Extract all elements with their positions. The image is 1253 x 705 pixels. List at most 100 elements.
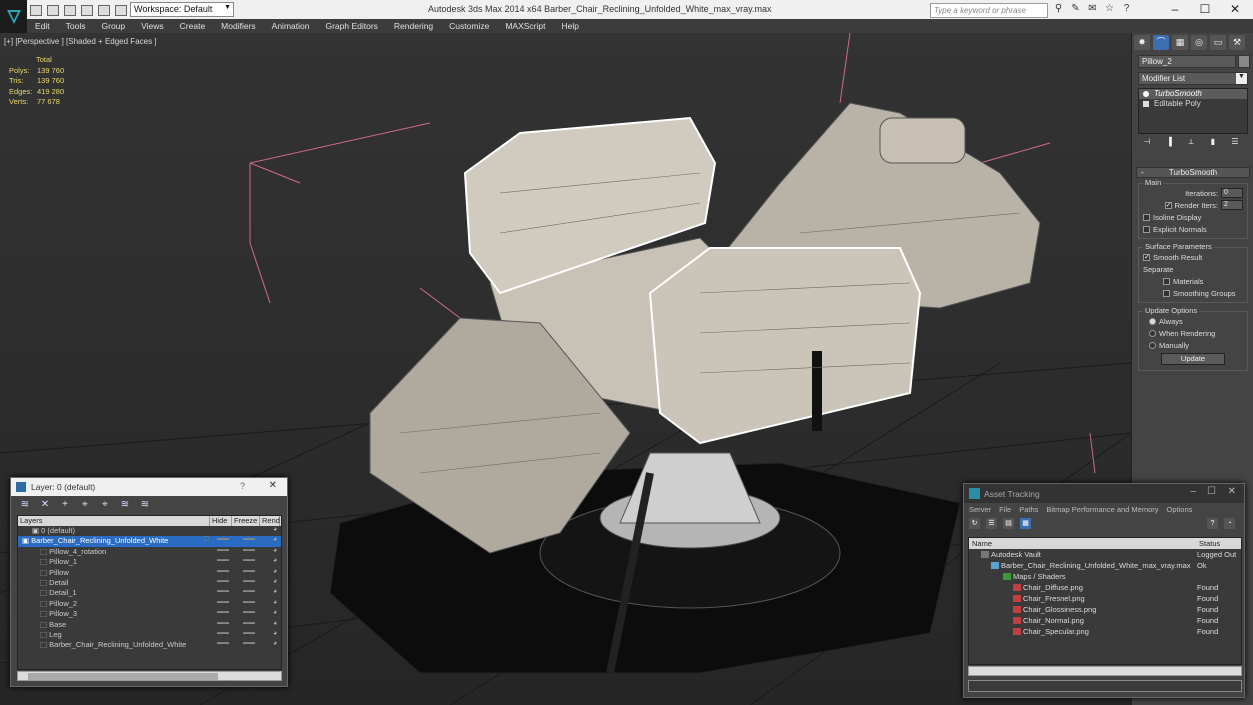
- render-icon[interactable]: ◕: [273, 526, 277, 533]
- path-field[interactable]: [968, 680, 1242, 692]
- asset-row[interactable]: Chair_Normal.png Found: [969, 615, 1241, 626]
- project-folder-icon[interactable]: [115, 4, 127, 16]
- modify-tab-icon[interactable]: ⌒: [1153, 35, 1169, 50]
- menu-animation[interactable]: Animation: [264, 21, 318, 31]
- asset-dialog-titlebar[interactable]: Asset Tracking – ☐ ✕: [964, 484, 1244, 503]
- menu-rendering[interactable]: Rendering: [386, 21, 441, 31]
- layer-row[interactable]: ▣ 0 (default) ◕: [18, 526, 281, 536]
- help-icon[interactable]: ?: [1120, 3, 1133, 14]
- app-logo-icon[interactable]: [0, 0, 27, 33]
- materials-checkbox[interactable]: [1163, 277, 1170, 285]
- layer-row[interactable]: ⬚ Pillow ▬▬ ▬▬ ◕: [18, 568, 281, 578]
- always-radio[interactable]: [1149, 317, 1156, 325]
- asset-row[interactable]: Chair_Diffuse.png Found: [969, 582, 1241, 593]
- minimize-button[interactable]: –: [1160, 0, 1190, 19]
- col-layers[interactable]: Layers: [18, 516, 210, 526]
- remove-modifier-icon[interactable]: ▮: [1206, 137, 1220, 149]
- col-freeze[interactable]: Freeze: [232, 516, 260, 526]
- refresh-icon[interactable]: ↻: [969, 518, 980, 529]
- horizontal-scrollbar[interactable]: [17, 671, 282, 681]
- menu-edit[interactable]: Edit: [27, 21, 58, 31]
- list-view-icon[interactable]: ☰: [986, 518, 997, 529]
- create-tab-icon[interactable]: ✸: [1134, 35, 1150, 50]
- minimize-button[interactable]: –: [1190, 486, 1196, 497]
- tree-view-icon[interactable]: ▤: [1003, 518, 1014, 529]
- when-rendering-radio[interactable]: [1149, 329, 1156, 337]
- table-view-icon[interactable]: ▦: [1020, 518, 1031, 529]
- active-layer-icon[interactable]: ☐: [204, 536, 209, 543]
- layer-row[interactable]: ⬚ Detail_1 ▬▬ ▬▬ ◕: [18, 588, 281, 598]
- menu-customize[interactable]: Customize: [441, 21, 497, 31]
- rollout-header[interactable]: - TurboSmooth: [1136, 167, 1250, 178]
- menu-group[interactable]: Group: [94, 21, 134, 31]
- viewport-label[interactable]: [+] [Perspective ] [Shaded + Edged Faces…: [4, 37, 157, 46]
- layer-row[interactable]: ⬚ Pillow_2 ▬▬ ▬▬ ◕: [18, 599, 281, 609]
- make-unique-icon[interactable]: ⟂: [1184, 137, 1198, 149]
- binoculars-icon[interactable]: ⚲: [1052, 3, 1065, 14]
- render-icon[interactable]: ◕: [273, 609, 277, 616]
- render-iters-checkbox[interactable]: ✓: [1164, 201, 1172, 209]
- undo-icon[interactable]: [81, 4, 93, 16]
- render-icon[interactable]: ◕: [273, 620, 277, 627]
- render-icon[interactable]: ◕: [273, 536, 277, 543]
- select-objects-icon[interactable]: ⌖: [79, 499, 91, 511]
- close-button[interactable]: ✕: [1220, 0, 1250, 19]
- horizontal-scrollbar[interactable]: [968, 666, 1242, 676]
- render-icon[interactable]: ◕: [273, 588, 277, 595]
- update-button[interactable]: Update: [1161, 353, 1225, 365]
- layer-row[interactable]: ▣ Barber_Chair_Reclining_Unfolded_White ☐…: [18, 536, 281, 547]
- render-icon[interactable]: ◕: [273, 568, 277, 575]
- maximize-button[interactable]: ☐: [1207, 486, 1216, 497]
- iterations-spinner[interactable]: 0: [1221, 188, 1243, 198]
- favorites-star-icon[interactable]: ☆: [1103, 3, 1116, 14]
- smoothing-groups-checkbox[interactable]: [1163, 289, 1170, 297]
- display-tab-icon[interactable]: ▭: [1210, 35, 1226, 50]
- add-to-layer-icon[interactable]: +: [59, 499, 71, 511]
- save-file-icon[interactable]: [64, 4, 76, 16]
- hierarchy-tab-icon[interactable]: ▦: [1172, 35, 1188, 50]
- communication-icon[interactable]: ✉: [1086, 3, 1099, 14]
- menu-file[interactable]: File: [999, 505, 1011, 514]
- layer-row[interactable]: ⬚ Pillow_4_rotation ▬▬ ▬▬ ◕: [18, 547, 281, 557]
- object-name-field[interactable]: Pillow_2: [1138, 55, 1236, 68]
- asset-row[interactable]: Chair_Glossiness.png Found: [969, 604, 1241, 615]
- maximize-button[interactable]: ☐: [1190, 0, 1220, 19]
- asset-row[interactable]: Maps / Shaders: [969, 571, 1241, 582]
- col-name[interactable]: Name: [972, 539, 992, 548]
- menu-create[interactable]: Create: [172, 21, 214, 31]
- open-file-icon[interactable]: [47, 4, 59, 16]
- manually-radio[interactable]: [1149, 341, 1156, 349]
- tracking-icon[interactable]: ◔: [1224, 518, 1235, 529]
- menu-server[interactable]: Server: [969, 505, 991, 514]
- explicit-normals-checkbox[interactable]: [1143, 225, 1150, 233]
- scrollbar-thumb[interactable]: [28, 673, 218, 680]
- expand-icon[interactable]: [1143, 101, 1149, 107]
- show-end-result-icon[interactable]: ▐: [1162, 137, 1176, 149]
- layer-row[interactable]: ⬚ Pillow_3 ▬▬ ▬▬ ◕: [18, 609, 281, 619]
- layer-row[interactable]: ⬚ Pillow_1 ▬▬ ▬▬ ◕: [18, 557, 281, 567]
- new-layer-icon[interactable]: ≋: [19, 499, 31, 511]
- render-icon[interactable]: ◕: [273, 630, 277, 637]
- redo-icon[interactable]: [98, 4, 110, 16]
- render-icon[interactable]: ◕: [273, 599, 277, 606]
- motion-tab-icon[interactable]: ◎: [1191, 35, 1207, 50]
- render-icon[interactable]: ◕: [273, 640, 277, 647]
- close-button[interactable]: ✕: [1228, 486, 1236, 497]
- render-iters-spinner[interactable]: 2: [1221, 200, 1243, 210]
- asset-row[interactable]: Chair_Specular.png Found: [969, 626, 1241, 637]
- help-icon[interactable]: ?: [240, 481, 245, 491]
- col-render[interactable]: Rend: [260, 516, 280, 526]
- subscription-icon[interactable]: ✎: [1069, 3, 1082, 14]
- configure-sets-icon[interactable]: ☰: [1228, 137, 1242, 149]
- isoline-checkbox[interactable]: [1143, 213, 1150, 221]
- search-input[interactable]: Type a keyword or phrase: [930, 3, 1048, 18]
- layer-row[interactable]: ⬚ Barber_Chair_Reclining_Unfolded_White ▬…: [18, 640, 281, 650]
- object-color-swatch[interactable]: [1238, 55, 1250, 68]
- bulb-icon[interactable]: [1143, 91, 1149, 97]
- menu-paths[interactable]: Paths: [1019, 505, 1038, 514]
- stack-item-editable-poly[interactable]: Editable Poly: [1139, 99, 1247, 109]
- col-status[interactable]: Status: [1199, 539, 1220, 548]
- pin-stack-icon[interactable]: ⊣: [1140, 137, 1154, 149]
- menu-bitmap-performance[interactable]: Bitmap Performance and Memory: [1046, 505, 1158, 514]
- highlight-layer-icon[interactable]: ⌖: [99, 499, 111, 511]
